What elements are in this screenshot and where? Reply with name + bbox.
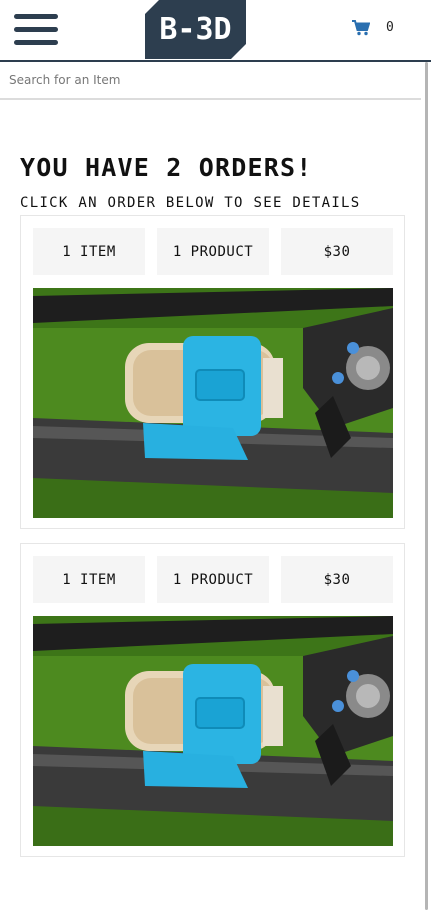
menu-icon[interactable] (14, 14, 58, 46)
page-title: YOU HAVE 2 ORDERS! (20, 153, 313, 182)
app-header: B-3D 0 (0, 0, 431, 60)
order-price: $30 (281, 556, 393, 603)
order-product-image[interactable] (33, 288, 393, 518)
order-card[interactable]: 1 ITEM 1 PRODUCT $30 (20, 543, 405, 857)
page-subtitle: CLICK AN ORDER BELOW TO SEE DETAILS (20, 195, 361, 211)
cart-icon[interactable] (352, 20, 370, 36)
order-item-count: 1 ITEM (33, 228, 145, 275)
order-price: $30 (281, 228, 393, 275)
order-item-count: 1 ITEM (33, 556, 145, 603)
order-product-count: 1 PRODUCT (157, 228, 269, 275)
order-product-count: 1 PRODUCT (157, 556, 269, 603)
search-input[interactable] (0, 62, 431, 98)
order-product-image[interactable] (33, 616, 393, 846)
cart-count: 0 (386, 20, 394, 35)
logo[interactable]: B-3D (145, 0, 246, 59)
scrollbar-thumb[interactable] (425, 62, 428, 910)
scrollbar[interactable] (421, 62, 431, 920)
search-divider (0, 98, 431, 100)
order-card[interactable]: 1 ITEM 1 PRODUCT $30 (20, 215, 405, 529)
